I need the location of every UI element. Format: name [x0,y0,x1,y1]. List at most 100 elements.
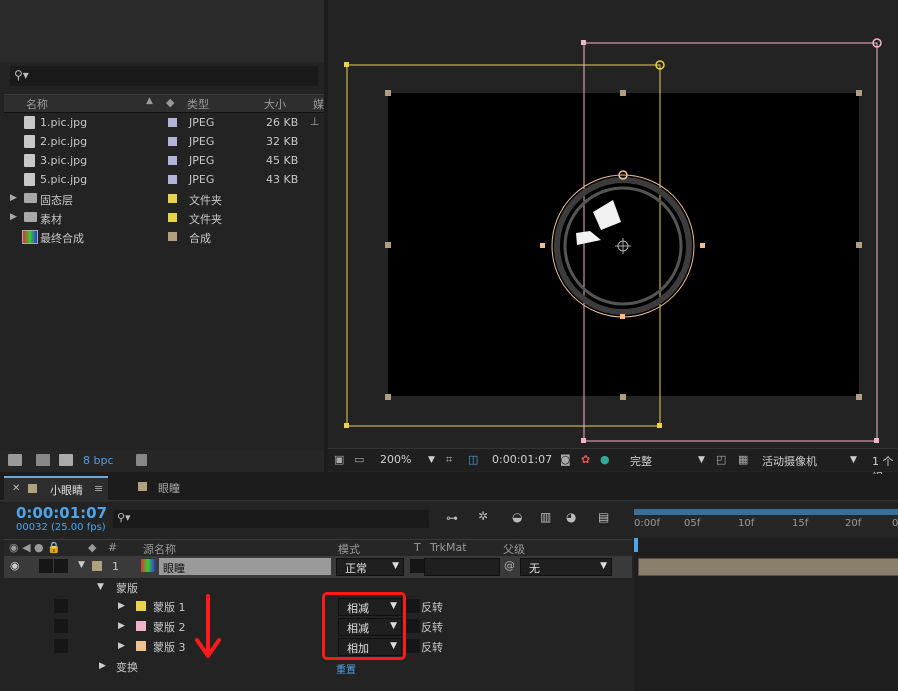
lock-toggle[interactable] [54,639,68,653]
column-mode[interactable]: 模式 [338,541,360,557]
solo-toggle[interactable] [39,559,53,573]
column-size[interactable]: 大小 [264,96,286,112]
reset-link[interactable]: 重置 [336,661,356,676]
column-type[interactable]: 类型 [187,96,209,112]
project-item[interactable]: 最终合成 合成 [4,227,324,246]
layer-mode-dropdown[interactable]: 正常 ▼ [336,558,404,576]
expand-triangle-icon[interactable]: ▶ [10,212,17,222]
chevron-down-icon[interactable]: ▼ [428,455,435,465]
transparency-grid-icon[interactable]: ◫ [468,453,478,466]
tab-xiaoyanjing[interactable]: ✕ 小眼睛 ≡ [4,476,108,502]
viewer-time[interactable]: 0:00:01:07 [492,453,552,466]
preserve-transparency-toggle[interactable] [410,559,424,573]
project-item[interactable]: ▶ 固态层 文件夹 [4,189,324,208]
label-swatch[interactable] [168,232,177,241]
expand-triangle-icon[interactable]: ▶ [118,621,125,631]
column-parent[interactable]: 父级 [503,541,525,557]
motion-blur-icon[interactable]: ◕ [566,510,576,524]
current-timecode[interactable]: 0:00:01:07 [16,504,107,522]
column-t[interactable]: T [414,541,421,554]
resolution-dropdown[interactable]: 完整 [630,453,652,469]
label-swatch[interactable] [168,194,177,203]
project-item[interactable]: 3.pic.jpg JPEG 45 KB [4,151,324,170]
camera-dropdown[interactable]: 活动摄像机 [762,453,817,469]
expand-triangle-icon[interactable]: ▶ [118,641,125,651]
mask-color-swatch[interactable] [136,641,146,651]
column-source-name[interactable]: 源名称 [143,541,176,557]
new-composition-icon[interactable] [59,454,73,466]
layer-name-field[interactable]: 眼瞳 [159,558,331,575]
shy-layers-icon[interactable]: ◒ [512,510,522,524]
column-num[interactable]: # [108,541,117,554]
visibility-eye-icon[interactable]: ◉ [10,559,20,572]
playhead[interactable] [634,538,638,552]
mask-color-swatch[interactable] [136,601,146,611]
new-folder-icon[interactable] [36,454,50,466]
project-item[interactable]: 1.pic.jpg JPEG 26 KB ⊥ [4,113,324,132]
annotation-highlight-box [322,592,406,660]
zoom-dropdown[interactable]: 200% [380,453,411,466]
close-icon[interactable]: ✕ [12,483,20,494]
label-swatch[interactable] [168,118,177,127]
monitor-icon[interactable]: ▭ [354,453,364,466]
tab-yantong[interactable]: 眼瞳 [112,476,212,500]
label-tag-icon[interactable]: ◆ [166,96,174,109]
show-channel-icon[interactable]: ● [600,453,610,466]
masks-group-row[interactable]: ▼ 蒙版 [4,578,632,598]
transform-row[interactable]: ▶ 变换 重置 [4,657,632,677]
collapse-triangle-icon[interactable]: ▼ [78,560,85,570]
expand-triangle-icon[interactable]: ▶ [10,193,17,203]
expand-triangle-icon[interactable]: ▶ [99,661,106,671]
toggle-transparency-icon[interactable]: ▦ [738,453,748,466]
label-swatch[interactable] [168,137,177,146]
region-of-interest-icon[interactable]: ⌗ [446,453,452,467]
project-search-input[interactable]: ⚲▾ [10,66,318,86]
label-swatch[interactable] [168,213,177,222]
label-swatch[interactable] [168,156,177,165]
draft-3d-icon[interactable]: ✲ [478,509,488,523]
time-ruler[interactable]: 0:00f 05f 10f 15f 20f 0 [634,509,898,537]
pick-whip-icon[interactable]: @ [504,559,515,572]
color-channel-icon[interactable]: ✿ [581,453,590,466]
chevron-down-icon[interactable]: ▼ [698,455,705,465]
invert-checkbox[interactable] [406,619,420,633]
frame-blending-icon[interactable]: ▥ [540,510,551,524]
masks-group-label: 蒙版 [116,582,138,595]
lock-toggle[interactable] [54,619,68,633]
mask-row[interactable]: ▶ 蒙版 3 相加 ▼ 反转 [4,637,632,657]
mask-color-swatch[interactable] [136,621,146,631]
parent-dropdown[interactable]: 无 ▼ [520,558,612,576]
invert-checkbox[interactable] [406,639,420,653]
layer-label-swatch[interactable] [92,561,102,571]
fast-preview-icon[interactable]: ◰ [716,453,726,466]
project-item[interactable]: ▶ 素材 文件夹 [4,208,324,227]
project-item[interactable]: 5.pic.jpg JPEG 43 KB [4,170,324,189]
column-name[interactable]: 名称 [26,96,48,112]
chevron-down-icon[interactable]: ▼ [850,455,857,465]
column-media[interactable]: 媒 [313,96,324,112]
collapse-triangle-icon[interactable]: ▼ [97,582,104,592]
graph-editor-icon[interactable]: ▤ [598,510,609,524]
layer-row[interactable]: ◉ ▼ 1 眼瞳 正常 ▼ @ 无 ▼ [4,556,632,578]
camera-icon[interactable]: ◙ [560,453,571,466]
timeline-search-input[interactable]: ⚲▾ [113,510,429,528]
bit-depth-button[interactable]: 8 bpc [83,454,114,467]
sort-arrow-icon[interactable]: ▲ [146,96,153,106]
label-swatch[interactable] [168,175,177,184]
layer-duration-bar[interactable] [638,558,898,576]
snapshot-icon[interactable]: ▣ [334,453,344,466]
invert-checkbox[interactable] [406,599,420,613]
lock-toggle[interactable] [54,599,68,613]
mask-row[interactable]: ▶ 蒙版 2 相减 ▼ 反转 [4,617,632,637]
lock-toggle[interactable] [54,559,68,573]
trkmat-dropdown[interactable] [424,558,500,576]
interpret-footage-icon[interactable] [8,454,22,466]
work-area-bar[interactable] [634,509,898,515]
panel-menu-icon[interactable]: ≡ [94,482,103,495]
trash-icon[interactable] [136,454,147,466]
expand-triangle-icon[interactable]: ▶ [118,601,125,611]
mask-row[interactable]: ▶ 蒙版 1 相减 ▼ 反转 [4,597,632,617]
column-trkmat[interactable]: TrkMat [430,541,467,554]
comp-mini-flowchart-icon[interactable]: ⊶ [446,511,458,525]
project-item[interactable]: 2.pic.jpg JPEG 32 KB [4,132,324,151]
